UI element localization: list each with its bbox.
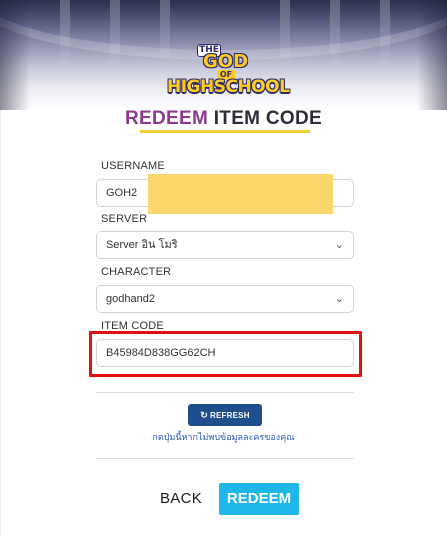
redeem-page: THE GOD OF HIGHSCHOOL REDEEM ITEM CODE U…: [0, 0, 447, 536]
divider: [96, 458, 354, 459]
server-label: SERVER: [101, 213, 148, 225]
logo-god: GOD: [203, 51, 249, 72]
refresh-hint: กดปุ่มนี้หากไม่พบข้อมูลละครของคุณ: [152, 433, 295, 443]
page-edge: [0, 110, 1, 536]
chevron-down-icon: ⌄: [334, 239, 344, 251]
title-underline: [140, 130, 310, 133]
banner-pillar: [380, 0, 390, 70]
game-logo: THE GOD OF HIGHSCHOOL: [167, 42, 290, 102]
title-redeem: REDEEM: [125, 108, 209, 129]
page-title: REDEEM ITEM CODE: [0, 107, 447, 131]
username-value: GOH2: [106, 187, 138, 199]
banner-shadow-left: [0, 0, 30, 110]
server-select[interactable]: Server อิน โมริ ⌄: [96, 231, 354, 259]
server-value: Server อิน โมริ: [106, 239, 178, 251]
redeem-button[interactable]: REDEEM: [219, 483, 299, 515]
banner-pillar: [60, 0, 70, 70]
character-value: godhand2: [106, 293, 155, 305]
back-button[interactable]: BACK: [150, 484, 212, 514]
username-redaction: [148, 174, 333, 214]
character-select[interactable]: godhand2 ⌄: [96, 285, 354, 313]
banner-pillar: [330, 0, 340, 70]
chevron-down-icon: ⌄: [334, 293, 344, 305]
item-code-highlight-box: [89, 331, 362, 377]
character-label: CHARACTER: [101, 266, 172, 278]
logo-highschool: HIGHSCHOOL: [167, 77, 290, 97]
banner-pillar: [110, 0, 120, 70]
title-item-code: ITEM CODE: [213, 108, 322, 129]
username-label: USERNAME: [101, 160, 165, 172]
banner-pillar: [280, 0, 290, 70]
divider: [96, 392, 354, 393]
banner-shadow-right: [417, 0, 447, 110]
refresh-label: REFRESH: [210, 411, 250, 420]
refresh-button[interactable]: ↻ REFRESH: [188, 404, 262, 426]
refresh-icon: ↻: [200, 410, 209, 420]
